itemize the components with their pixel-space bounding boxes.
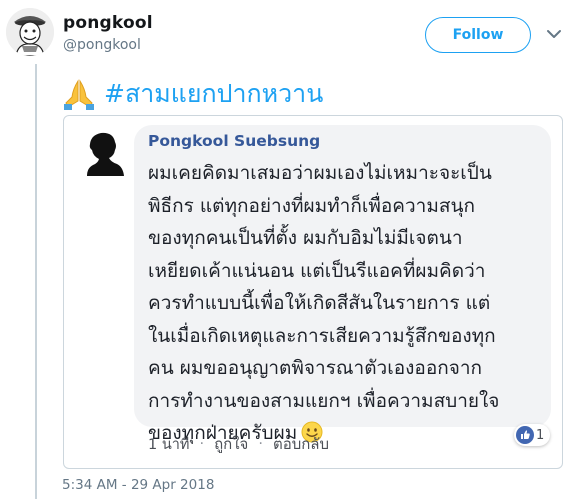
hashtag-link[interactable]: #สามแยกปากหวาน (104, 74, 323, 114)
comment-line: ผมเคยคิดมาเสมอว่าผมเองไม่เหมาะจะเป็น (148, 162, 492, 184)
follow-button[interactable]: Follow (425, 17, 531, 53)
avatar[interactable] (6, 8, 54, 56)
comment-line: คน ผมขออนุญาตพิจารณาตัวเองออกจาก (148, 357, 483, 379)
comment-text: ผมเคยคิดมาเสมอว่าผมเองไม่เหมาะจะเป็น พิธ… (148, 157, 499, 450)
reaction-count: 1 (536, 427, 545, 443)
separator: · (199, 436, 205, 452)
comment-actions: 1 นาที · ถูกใจ · ตอบกลับ (148, 432, 329, 456)
comment-line: ของทุกคนเป็นที่ตั้ง ผมกับอิมไม่มีเจตนา (148, 227, 463, 249)
comment-line: ในเมื่อเกิดเหตุและการเสียความรู้สึกของทุ… (148, 324, 496, 347)
tweet-text: #สามแยกปากหวาน (62, 74, 323, 114)
silhouette-avatar (87, 132, 124, 176)
comment-line: พิธีกร แต่ทุกอย่างที่ผมทำก็เพื่อความสนุก (148, 194, 475, 217)
embedded-image[interactable]: Pongkool Suebsung ผมเคยคิดมาเสมอว่าผมเอง… (63, 115, 563, 469)
folded-hands-icon (64, 79, 94, 110)
reaction-badge[interactable]: 1 (514, 424, 550, 446)
comment-bubble: Pongkool Suebsung ผมเคยคิดมาเสมอว่าผมเอง… (134, 125, 551, 444)
thread-line (35, 64, 37, 499)
comment-line: การทำงานของสามแยกฯ เพื่อความสบายใจ (148, 389, 500, 412)
display-name[interactable]: pongkool (63, 13, 153, 33)
reply-link[interactable]: ตอบกลับ (273, 432, 329, 456)
comment-line: ควรทำแบบนี้เพื่อให้เกิดสีสันในรายการ แต่ (148, 292, 491, 314)
thumbs-up-icon (516, 426, 534, 444)
chevron-down-icon[interactable] (545, 27, 563, 41)
tweet-timestamp[interactable]: 5:34 AM - 29 Apr 2018 (62, 477, 214, 493)
comment-line: เหยียดเค้าแน่นอน แต่เป็นรีแอคที่ผมคิดว่า (148, 259, 486, 282)
separator: · (258, 436, 263, 452)
comment-time: 1 นาที (148, 436, 190, 453)
handle[interactable]: @pongkool (63, 37, 141, 53)
like-link[interactable]: ถูกใจ (214, 432, 248, 456)
comment-author: Pongkool Suebsung (148, 132, 321, 150)
